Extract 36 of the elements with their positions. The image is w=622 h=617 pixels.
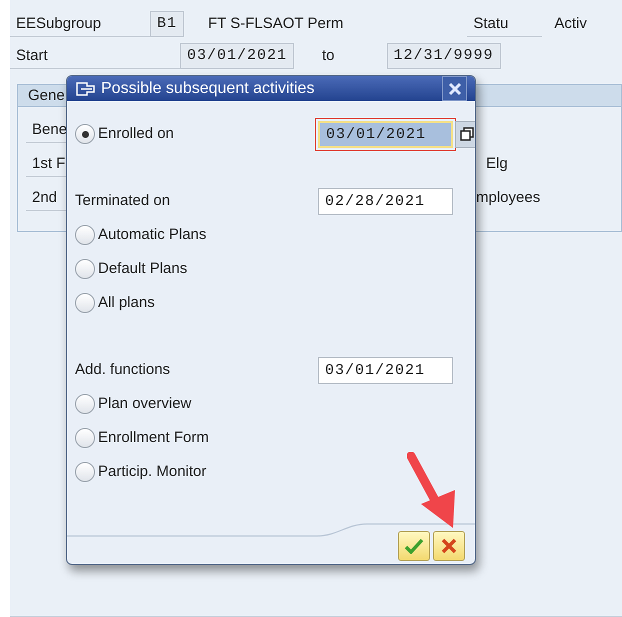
close-button[interactable] [442,76,467,102]
option-label[interactable]: All plans [98,292,155,315]
option-label[interactable]: Particip. Monitor [98,461,206,484]
radio-button[interactable] [75,293,95,314]
value-help-button[interactable] [455,120,475,148]
copy-icon [459,126,475,142]
dialog-icon [75,80,95,97]
radio-button[interactable] [75,428,95,448]
dialog-title: Possible subsequent activities [101,78,314,99]
date-field[interactable]: 03/01/2021 [318,120,453,148]
confirm-button[interactable] [398,531,430,562]
date-field[interactable]: 02/28/2021 [318,188,453,215]
field-label: Statu [467,11,542,37]
date-field[interactable]: 03/01/2021 [318,356,453,384]
cancel-icon [441,538,457,554]
status-value: Activ [554,14,587,34]
radio-button[interactable] [75,259,95,280]
radio-button[interactable] [75,394,95,414]
date-field[interactable]: 03/01/2021 [180,43,294,69]
section-label: Add. functions [75,360,170,380]
cancel-button[interactable] [433,531,465,562]
value-text: Elg [486,154,508,174]
radio-button[interactable] [75,225,95,246]
option-label[interactable]: Enrollment Form [98,427,209,450]
value-text: mployees [476,188,540,208]
radio-button[interactable] [75,462,95,482]
option-label[interactable]: Automatic Plans [98,224,206,247]
option-label[interactable]: Plan overview [98,393,192,416]
field-label: to [322,46,335,66]
code-field[interactable]: B1 [150,11,184,37]
radio-button[interactable] [75,124,95,144]
check-icon [404,538,424,554]
value-text: FT S-FLSAOT Perm [208,14,344,34]
option-label[interactable]: Default Plans [98,258,188,281]
date-field[interactable]: 12/31/9999 [386,43,501,69]
close-icon [448,82,462,96]
